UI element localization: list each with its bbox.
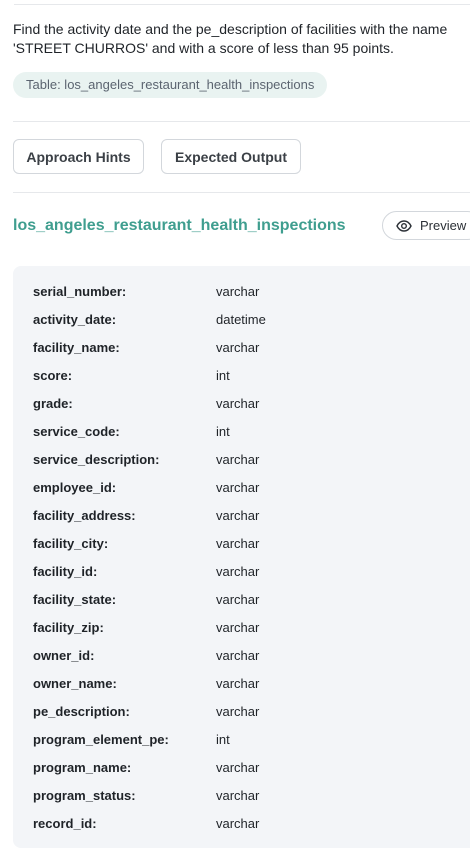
expected-output-button[interactable]: Expected Output [161, 139, 301, 174]
schema-row: program_element_pe: int [13, 730, 470, 750]
column-name: program_element_pe: [33, 732, 169, 747]
schema-row: facility_address: varchar [13, 506, 470, 526]
schema-row: service_description: varchar [13, 450, 470, 470]
column-type: varchar [216, 648, 260, 663]
schema-row: pe_description: varchar [13, 702, 470, 722]
column-type: varchar [216, 788, 260, 803]
column-type: int [216, 732, 230, 747]
column-name: program_name: [33, 760, 132, 775]
divider [13, 121, 470, 122]
approach-hints-button[interactable]: Approach Hints [13, 139, 144, 174]
column-name: service_code: [33, 424, 120, 439]
column-type: int [216, 424, 230, 439]
schema-row: owner_id: varchar [13, 646, 470, 666]
schema-row: program_name: varchar [13, 758, 470, 778]
top-divider [14, 4, 470, 5]
schema-row: employee_id: varchar [13, 478, 470, 498]
schema-row: facility_name: varchar [13, 338, 470, 358]
column-type: varchar [216, 284, 260, 299]
schema-row: facility_id: varchar [13, 562, 470, 582]
column-type: varchar [216, 676, 260, 691]
column-type: varchar [216, 452, 260, 467]
schema-row: activity_date: datetime [13, 310, 470, 330]
column-type: varchar [216, 760, 260, 775]
column-type: varchar [216, 592, 260, 607]
schema-row: service_code: int [13, 422, 470, 442]
column-type: varchar [216, 620, 260, 635]
divider [13, 192, 470, 193]
column-name: service_description: [33, 452, 160, 467]
column-type: varchar [216, 704, 260, 719]
column-name: score: [33, 368, 73, 383]
column-name: owner_name: [33, 676, 117, 691]
column-name: grade: [33, 396, 73, 411]
column-name: facility_city: [33, 536, 109, 551]
column-name: facility_id: [33, 564, 98, 579]
column-type: datetime [216, 312, 266, 327]
schema-row: owner_name: varchar [13, 674, 470, 694]
schema-row: grade: varchar [13, 394, 470, 414]
column-type: varchar [216, 564, 260, 579]
column-name: record_id: [33, 816, 97, 831]
table-pill: Table: los_angeles_restaurant_health_ins… [13, 72, 328, 98]
schema-row: record_id: varchar [13, 814, 470, 834]
column-type: varchar [216, 480, 260, 495]
schema-row: program_status: varchar [13, 786, 470, 806]
schema-table-title: los_angeles_restaurant_health_inspection… [13, 217, 346, 234]
schema-row: score: int [13, 366, 470, 386]
preview-label: Preview [420, 218, 467, 233]
column-name: pe_description: [33, 704, 130, 719]
schema-row: serial_number: varchar [13, 282, 470, 302]
column-type: varchar [216, 396, 260, 411]
column-name: program_status: [33, 788, 136, 803]
schema-card: serial_number: varchar activity_date: datet… [13, 266, 470, 848]
schema-row: facility_city: varchar [13, 534, 470, 554]
eye-icon [396, 219, 412, 232]
column-type: varchar [216, 340, 260, 355]
column-type: varchar [216, 816, 260, 831]
column-type: int [216, 368, 230, 383]
column-name: facility_zip: [33, 620, 104, 635]
column-name: facility_address: [33, 508, 136, 523]
column-name: employee_id: [33, 480, 117, 495]
column-name: facility_name: [33, 340, 120, 355]
column-name: serial_number: [33, 284, 127, 299]
column-name: facility_state: [33, 592, 117, 607]
column-name: owner_id: [33, 648, 95, 663]
schema-row: facility_zip: varchar [13, 618, 470, 638]
question-text: Find the activity date and the pe_descri… [13, 21, 448, 56]
column-type: varchar [216, 508, 260, 523]
column-name: activity_date: [33, 312, 117, 327]
preview-button[interactable]: Preview [382, 211, 470, 240]
column-type: varchar [216, 536, 260, 551]
schema-row: facility_state: varchar [13, 590, 470, 610]
